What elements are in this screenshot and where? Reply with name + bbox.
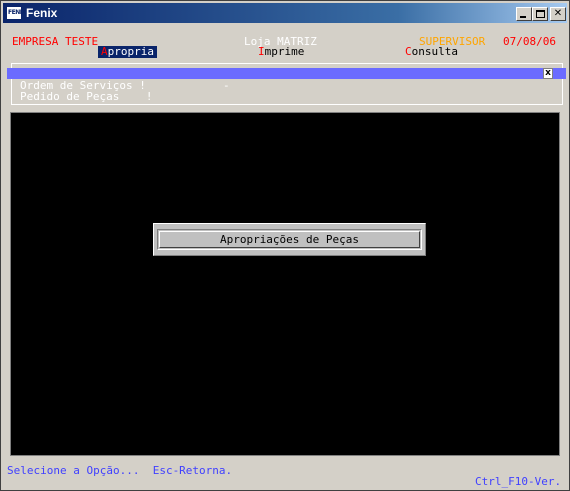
maximize-button[interactable] <box>532 7 548 21</box>
submenu-highlight-bar <box>7 68 566 79</box>
fenix-window: FENIX Fenix ✕ EMPRESA TESTE Loja MATRIZ … <box>0 0 570 491</box>
terminal-screen <box>10 112 560 456</box>
app-icon-text: FENIX <box>8 9 26 16</box>
apropriacoes-pecas-option[interactable]: Apropriações de Peças <box>157 229 422 250</box>
menu-item-label: propria <box>107 45 154 58</box>
option-label: Apropriações de Peças <box>219 233 360 246</box>
submenu-dash: - <box>223 79 230 92</box>
maximize-icon <box>536 10 545 18</box>
minimize-button[interactable] <box>516 7 532 21</box>
minimize-icon <box>520 16 526 18</box>
option-dialog: Apropriações de Peças <box>153 223 426 256</box>
title-bar[interactable]: FENIX Fenix ✕ <box>3 3 567 23</box>
current-date: 07/08/06 <box>503 35 556 48</box>
menu-hotkey: A <box>101 45 108 58</box>
menu-item-label: onsulta <box>411 45 458 58</box>
submenu-item-pedido-pecas[interactable]: Pedido de Peças ! <box>20 91 152 103</box>
close-icon: ✕ <box>553 8 563 19</box>
menu-item-consulta[interactable]: Consulta <box>405 46 458 58</box>
menu-hotkey: C <box>405 45 412 58</box>
menu-item-label: mprime <box>264 45 305 58</box>
close-button[interactable]: ✕ <box>550 7 566 21</box>
menu-item-apropria[interactable]: Apropria <box>98 46 157 58</box>
menu-hotkey: I <box>258 45 265 58</box>
company-name: EMPRESA TESTE <box>12 35 99 48</box>
window-title: Fenix <box>26 6 58 20</box>
menu-item-imprime[interactable]: Imprime <box>258 46 304 58</box>
version-hint: Ctrl_F10-Ver. <box>475 475 562 488</box>
submenu-close-button[interactable]: x <box>543 68 553 79</box>
status-hint: Selecione a Opção... Esc-Retorna. <box>7 464 233 477</box>
fenix-app-icon[interactable]: FENIX <box>6 6 26 20</box>
